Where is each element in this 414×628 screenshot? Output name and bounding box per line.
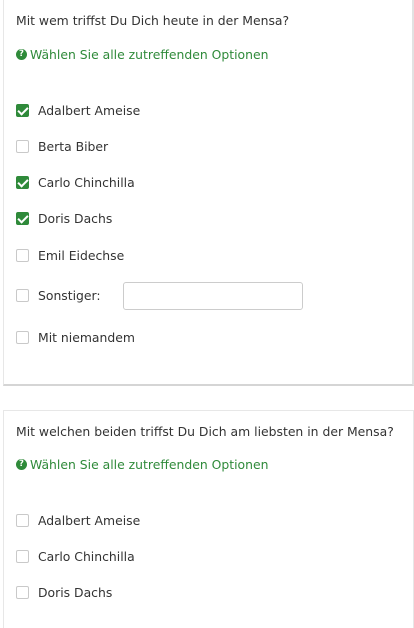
option-emil-eidechse[interactable]: Emil Eidechse [16, 246, 124, 264]
question-text: Mit wem triffst Du Dich heute in der Men… [16, 13, 290, 28]
checkbox[interactable] [16, 549, 29, 563]
other-text-input[interactable] [123, 282, 303, 310]
question-hint: ? Wählen Sie alle zutreffenden Optionen [16, 47, 268, 62]
option-label: Doris Dachs [38, 210, 113, 226]
option-adalbert-ameise[interactable]: Adalbert Ameise [16, 101, 140, 119]
option-label: Emil Eidechse [38, 247, 125, 263]
option-adalbert-ameise[interactable]: Adalbert Ameise [16, 511, 140, 529]
option-label: Carlo Chinchilla [38, 174, 135, 190]
checkbox[interactable] [16, 288, 29, 302]
checkbox[interactable] [16, 585, 29, 599]
question-circle-icon: ? [16, 459, 27, 470]
option-label: Adalbert Ameise [38, 512, 141, 528]
option-label: Mit niemandem [38, 329, 135, 345]
checkbox[interactable] [16, 103, 29, 117]
option-label: Carlo Chinchilla [38, 548, 135, 564]
question-card-1: Mit wem triffst Du Dich heute in der Men… [3, 0, 414, 386]
option-label: Doris Dachs [38, 584, 113, 600]
checkbox[interactable] [16, 139, 29, 153]
checkbox[interactable] [16, 330, 29, 344]
option-label: Berta Biber [38, 138, 109, 154]
question-card-2: Mit welchen beiden triffst Du Dich am li… [3, 410, 414, 628]
option-doris-dachs[interactable]: Doris Dachs [16, 209, 112, 227]
option-doris-dachs[interactable]: Doris Dachs [16, 583, 112, 601]
option-berta-biber[interactable]: Berta Biber [16, 137, 108, 155]
checkbox[interactable] [16, 175, 29, 189]
question-circle-icon: ? [16, 49, 27, 60]
survey-page: Mit wem triffst Du Dich heute in der Men… [0, 0, 414, 628]
checkbox[interactable] [16, 513, 29, 527]
option-mit-niemandem[interactable]: Mit niemandem [16, 328, 135, 346]
checkbox[interactable] [16, 211, 29, 225]
option-carlo-chinchilla[interactable]: Carlo Chinchilla [16, 173, 135, 191]
question-text: Mit welchen beiden triffst Du Dich am li… [16, 424, 394, 439]
question-hint: ? Wählen Sie alle zutreffenden Optionen [16, 457, 268, 472]
hint-text: Wählen Sie alle zutreffenden Optionen [30, 47, 269, 62]
hint-text: Wählen Sie alle zutreffenden Optionen [30, 457, 269, 472]
checkbox[interactable] [16, 248, 29, 262]
option-sonstiger[interactable]: Sonstiger: [16, 286, 101, 304]
option-label: Sonstiger: [38, 287, 101, 303]
option-carlo-chinchilla[interactable]: Carlo Chinchilla [16, 547, 135, 565]
option-label: Adalbert Ameise [38, 102, 141, 118]
